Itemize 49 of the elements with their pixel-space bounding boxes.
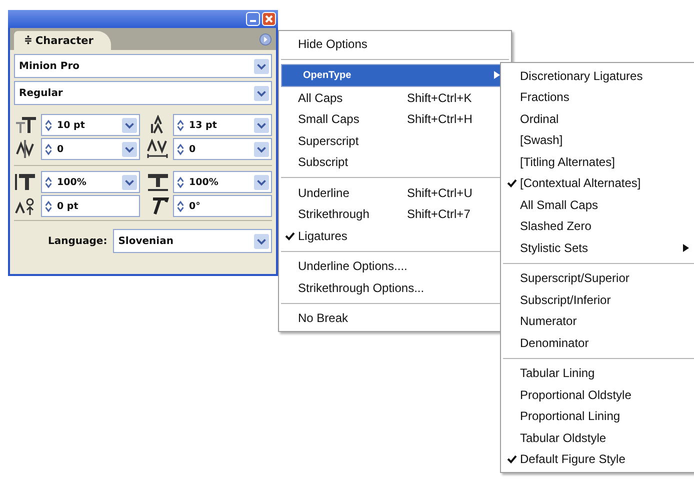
stepper-icon[interactable]: [176, 118, 185, 132]
value-field[interactable]: 0 pt: [41, 195, 140, 217]
value-field[interactable]: 10 pt: [41, 114, 140, 136]
menu-item[interactable]: Tabular Oldstyle: [503, 427, 694, 448]
font-style-dropdown[interactable]: Regular: [14, 81, 272, 105]
value-field[interactable]: 13 pt: [173, 114, 272, 136]
menu-item[interactable]: Proportional Lining: [503, 406, 694, 427]
menu-item[interactable]: Superscript/Superior: [503, 268, 694, 289]
menu-item[interactable]: Tabular Lining: [503, 362, 694, 384]
horizontal-scale-icon: [146, 172, 170, 192]
font-family-dropdown[interactable]: Minion Pro: [14, 54, 272, 78]
stepper-icon[interactable]: [44, 176, 53, 188]
checkmark-icon: [506, 454, 516, 464]
menu-item[interactable]: [Titling Alternates]: [503, 151, 694, 172]
menu-item[interactable]: Numerator: [503, 310, 694, 332]
vertical-scale-icon: [14, 172, 38, 192]
tracking-icon: [146, 139, 170, 159]
minimize-button[interactable]: [246, 12, 260, 26]
stepper-icon[interactable]: [44, 200, 53, 212]
stepper-icon[interactable]: [44, 118, 53, 132]
stepper-icon[interactable]: [44, 142, 53, 156]
stepper-icon[interactable]: [176, 176, 185, 188]
panel-menu-icon[interactable]: [259, 32, 272, 46]
menu-item[interactable]: Proportional Oldstyle: [503, 384, 694, 406]
menu-item[interactable]: Default Figure Style: [503, 448, 694, 470]
language-dropdown[interactable]: Slovenian: [113, 229, 272, 253]
panel-tab[interactable]: ≑ Character: [14, 31, 112, 50]
checkmark-icon: [506, 178, 516, 188]
stepper-icon[interactable]: [176, 142, 185, 156]
value-field[interactable]: 100%: [41, 171, 140, 193]
close-button[interactable]: [262, 12, 276, 26]
menu-item[interactable]: Hide Options: [281, 33, 509, 54]
menu-item[interactable]: [Swash]: [503, 130, 694, 151]
menu-item[interactable]: [Contextual Alternates]: [503, 172, 694, 194]
menu-item[interactable]: Ordinal: [503, 108, 694, 130]
menu-item[interactable]: Denominator: [503, 332, 694, 354]
value-field[interactable]: 100%: [173, 171, 272, 193]
menu-item[interactable]: Subscript/Inferior: [503, 289, 694, 310]
value-field[interactable]: 0°: [173, 195, 272, 217]
value-field[interactable]: 0: [173, 138, 272, 160]
font-size-icon: [14, 115, 38, 135]
stepper-icon[interactable]: [176, 200, 185, 212]
menu-item[interactable]: Fractions: [503, 86, 694, 108]
close-icon: [264, 14, 274, 24]
language-label: Language:: [48, 236, 108, 246]
value-field[interactable]: 0: [41, 138, 140, 160]
submenu-arrow-icon: [683, 244, 689, 252]
menu-item[interactable]: All Small Caps: [503, 194, 694, 216]
checkmark-icon: [284, 230, 294, 241]
